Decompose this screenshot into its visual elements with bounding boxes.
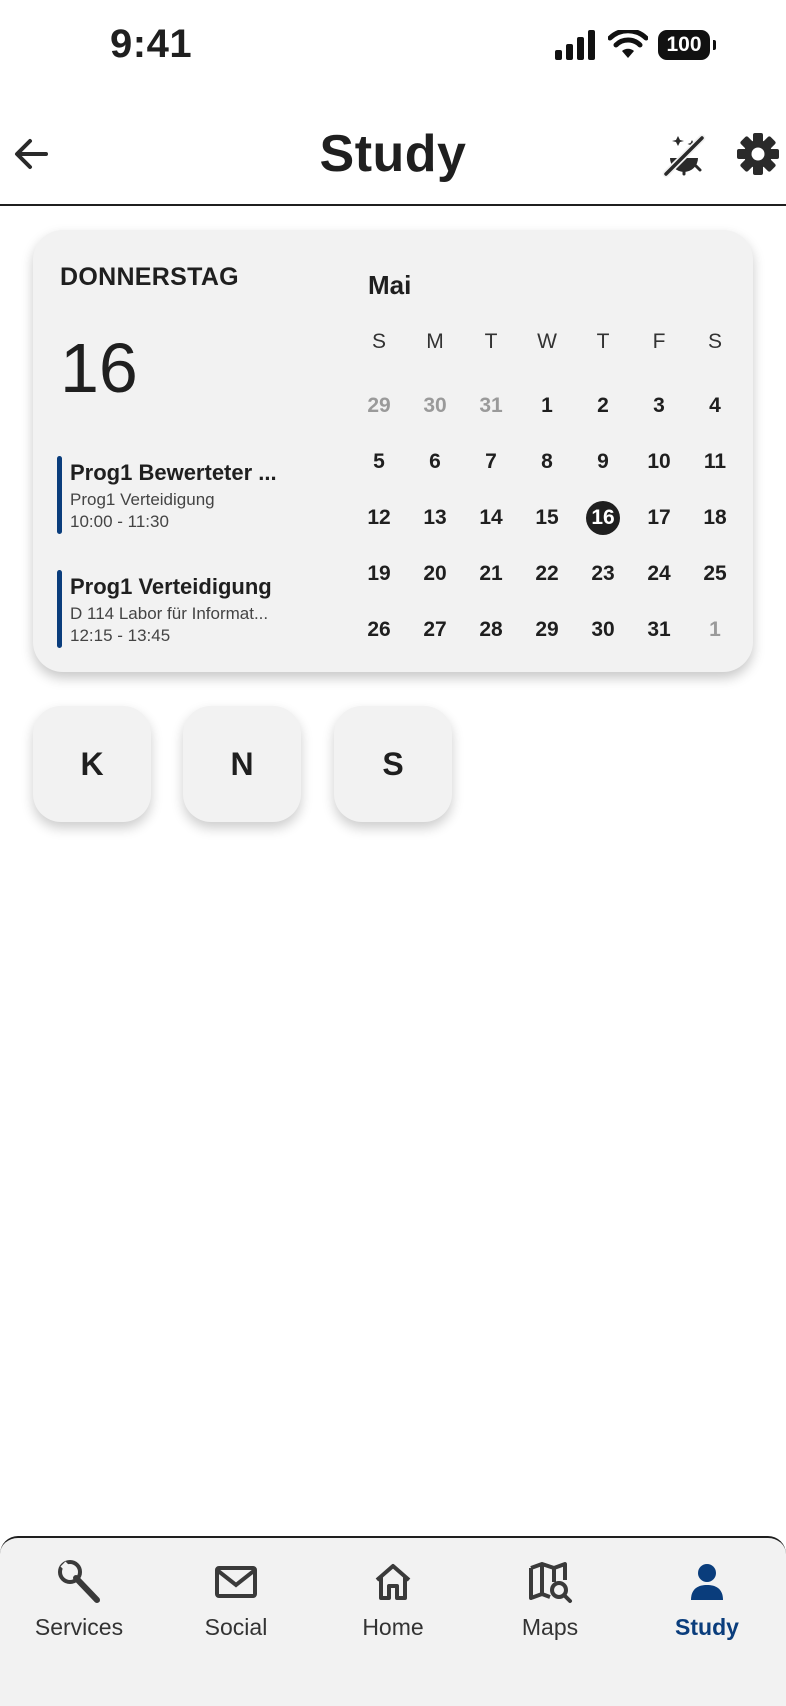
calendar-day[interactable]: 3 [631, 386, 687, 426]
event-subtitle: Prog1 Verteidigung [70, 490, 215, 509]
calendar-day[interactable]: 28 [463, 610, 519, 650]
nav-label: Home [362, 1614, 424, 1640]
calendar-day[interactable]: 20 [407, 554, 463, 594]
weekday-header: F [652, 330, 666, 353]
home-icon [375, 1564, 411, 1600]
event-item[interactable]: Prog1 Verteidigung D 114 Labor für Infor… [57, 570, 307, 648]
selected-day-label: 16 [586, 501, 620, 535]
week-row: 26 27 28 29 30 31 1 [351, 602, 743, 658]
gear-icon [737, 133, 779, 175]
status-time: 9:41 [110, 22, 193, 66]
weekday-header: S [707, 330, 722, 353]
theme-toggle-icon [662, 134, 706, 178]
person-icon [691, 1564, 723, 1600]
weekday-header: M [426, 330, 444, 353]
event-time: 10:00 - 11:30 [70, 512, 169, 531]
calendar-day[interactable]: 1 [687, 610, 743, 650]
calendar-day[interactable]: 30 [575, 610, 631, 650]
calendar-day[interactable]: 15 [519, 498, 575, 538]
app-header: Study [0, 110, 786, 206]
calendar-widget[interactable]: DONNERSTAG 16 Prog1 Bewerteter ... Prog1… [33, 230, 753, 672]
event-location: D 114 Labor für Informat... [70, 604, 269, 623]
event-title: Prog1 Bewerteter ... [70, 460, 277, 485]
calendar-day[interactable]: 30 [407, 386, 463, 426]
nav-label: Study [675, 1614, 739, 1640]
cellular-signal-icon [555, 30, 595, 60]
selected-weekday: DONNERSTAG [60, 263, 239, 291]
calendar-day[interactable]: 12 [351, 498, 407, 538]
calendar-day[interactable]: 6 [407, 442, 463, 482]
event-color-bar [57, 570, 62, 648]
weekday-header: S [371, 330, 386, 353]
nav-item-study[interactable]: Study [637, 1558, 777, 1668]
event-title: Prog1 Verteidigung [70, 574, 272, 599]
calendar-day[interactable]: 29 [519, 610, 575, 650]
calendar-day[interactable]: 27 [407, 610, 463, 650]
calendar-day[interactable]: 13 [407, 498, 463, 538]
quick-button-k[interactable]: K [33, 706, 151, 822]
settings-button[interactable] [734, 130, 782, 178]
calendar-day[interactable]: 1 [519, 386, 575, 426]
calendar-day[interactable]: 24 [631, 554, 687, 594]
calendar-day[interactable]: 22 [519, 554, 575, 594]
weekday-header: T [596, 330, 610, 353]
week-row: 29 30 31 1 2 3 4 [351, 378, 743, 434]
wifi-icon [608, 30, 648, 58]
calendar-day[interactable]: 29 [351, 386, 407, 426]
nav-item-services[interactable]: Services [9, 1558, 149, 1668]
week-row: 5 6 7 8 9 10 11 [351, 434, 743, 490]
weekday-header: W [537, 330, 557, 353]
battery-indicator: 100 [658, 30, 716, 60]
calendar-day-selected[interactable]: 16 [575, 498, 631, 538]
quick-button-n[interactable]: N [183, 706, 301, 822]
month-grid: S M T W T F S 29 30 31 1 2 3 4 5 6 7 8 9… [351, 322, 743, 658]
nav-item-social[interactable]: Social [166, 1558, 306, 1668]
calendar-day[interactable]: 7 [463, 442, 519, 482]
calendar-day[interactable]: 9 [575, 442, 631, 482]
calendar-day[interactable]: 11 [687, 442, 743, 482]
nav-label: Social [204, 1614, 268, 1640]
nav-item-maps[interactable]: Maps [480, 1558, 620, 1668]
weekday-header: T [484, 330, 498, 353]
theme-toggle-button[interactable] [660, 132, 708, 180]
week-row: 12 13 14 15 16 17 18 [351, 490, 743, 546]
week-row: 19 20 21 22 23 24 25 [351, 546, 743, 602]
calendar-day[interactable]: 5 [351, 442, 407, 482]
nav-label: Services [34, 1614, 124, 1640]
bottom-nav: Services Social Home Maps Study [0, 1536, 786, 1706]
calendar-day[interactable]: 10 [631, 442, 687, 482]
status-icons: 100 [554, 30, 716, 60]
calendar-day[interactable]: 18 [687, 498, 743, 538]
calendar-day[interactable]: 17 [631, 498, 687, 538]
calendar-day[interactable]: 21 [463, 554, 519, 594]
nav-label: Maps [521, 1614, 579, 1640]
calendar-day[interactable]: 4 [687, 386, 743, 426]
map-search-icon [529, 1562, 572, 1603]
weekday-header-row: S M T W T F S [351, 322, 743, 362]
mail-icon [215, 1566, 257, 1598]
event-time: 12:15 - 13:45 [70, 626, 171, 645]
calendar-day[interactable]: 31 [631, 610, 687, 650]
quick-button-s[interactable]: S [334, 706, 452, 822]
calendar-day[interactable]: 19 [351, 554, 407, 594]
calendar-day[interactable]: 25 [687, 554, 743, 594]
calendar-day[interactable]: 14 [463, 498, 519, 538]
event-color-bar [57, 456, 62, 534]
wrench-icon [58, 1560, 100, 1603]
calendar-day[interactable]: 8 [519, 442, 575, 482]
calendar-day[interactable]: 2 [575, 386, 631, 426]
month-label: Mai [368, 270, 412, 300]
calendar-day[interactable]: 23 [575, 554, 631, 594]
calendar-day[interactable]: 31 [463, 386, 519, 426]
nav-item-home[interactable]: Home [323, 1558, 463, 1668]
calendar-day[interactable]: 26 [351, 610, 407, 650]
status-bar: 9:41 100 [0, 0, 786, 96]
selected-day-number: 16 [60, 329, 138, 407]
event-item[interactable]: Prog1 Bewerteter ... Prog1 Verteidigung … [57, 456, 307, 534]
